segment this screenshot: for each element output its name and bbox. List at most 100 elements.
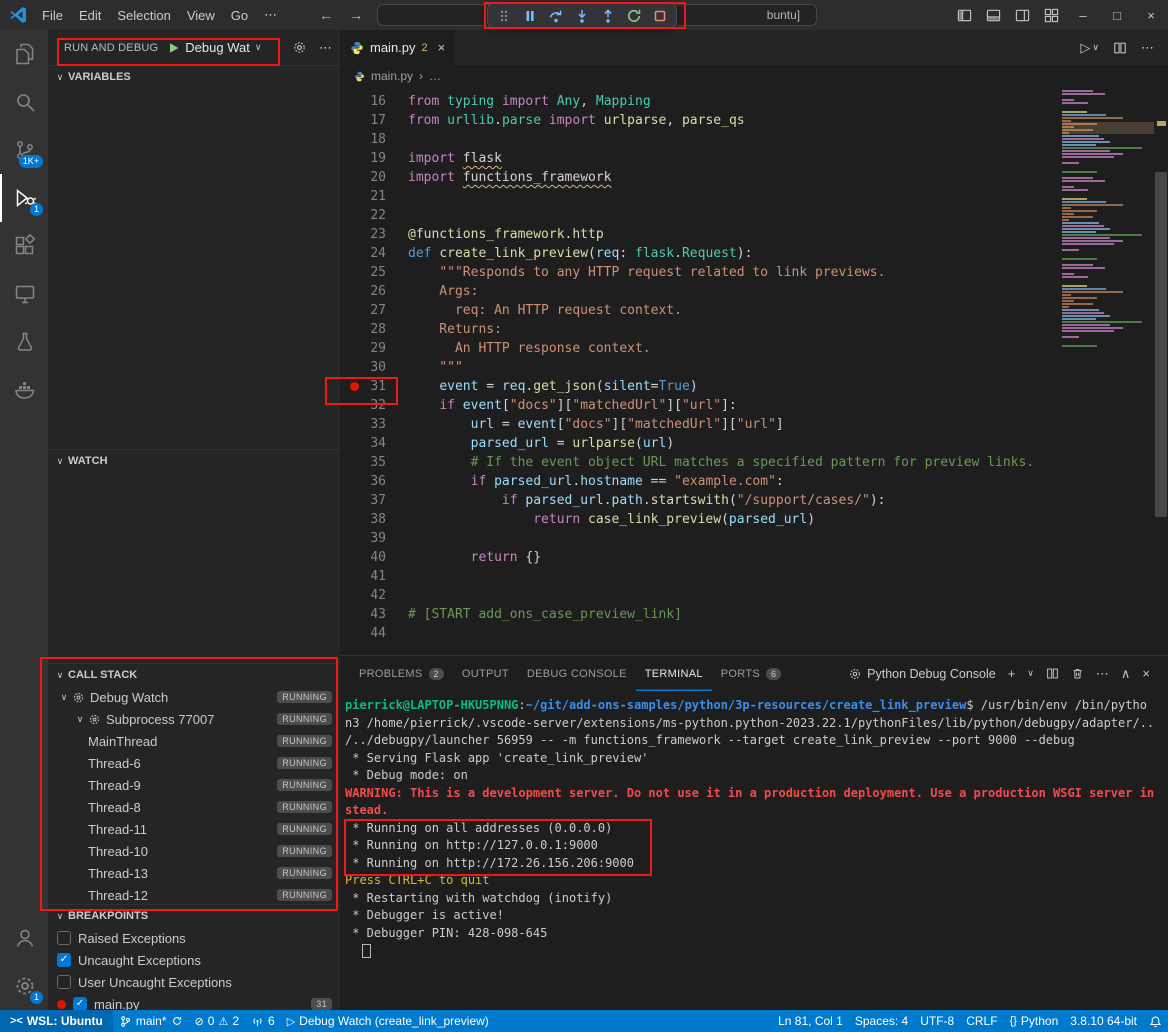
- code-line[interactable]: 37 if parsed_url.path.startswith("/suppo…: [340, 491, 1168, 510]
- maximize-panel-icon[interactable]: ∧: [1121, 666, 1131, 682]
- gutter[interactable]: 30: [340, 358, 386, 377]
- breakpoint-dot[interactable]: [350, 382, 359, 391]
- terminal-output[interactable]: pierrick@LAPTOP-HKU5PNNG:~/git/add-ons-s…: [340, 691, 1168, 1010]
- code-line[interactable]: 39: [340, 529, 1168, 548]
- call-stack-item[interactable]: Thread-11RUNNING: [48, 818, 340, 840]
- gutter[interactable]: 32: [340, 396, 386, 415]
- breakpoint-row[interactable]: ✓main.py31: [48, 993, 340, 1010]
- gutter[interactable]: 24: [340, 244, 386, 263]
- gutter[interactable]: 23: [340, 225, 386, 244]
- breadcrumb-symbol[interactable]: …: [429, 69, 441, 83]
- code-line[interactable]: 20import functions_framework: [340, 168, 1168, 187]
- code-line[interactable]: 19import flask: [340, 149, 1168, 168]
- remote-indicator[interactable]: ><WSL: Ubuntu: [0, 1010, 113, 1032]
- tab-close-icon[interactable]: ×: [438, 40, 446, 55]
- kill-terminal-icon[interactable]: [1071, 667, 1084, 680]
- tab-main-py[interactable]: main.py 2 ×: [340, 30, 455, 65]
- gutter[interactable]: 21: [340, 187, 386, 206]
- debug-config-selector[interactable]: Debug Wat ∨: [168, 40, 261, 55]
- gutter[interactable]: 39: [340, 529, 386, 548]
- variables-header[interactable]: ∨ VARIABLES: [48, 66, 340, 88]
- menu-edit[interactable]: Edit: [71, 5, 109, 26]
- gutter[interactable]: 36: [340, 472, 386, 491]
- activity-docker[interactable]: [0, 366, 48, 414]
- step-into-button[interactable]: [569, 5, 595, 26]
- menu-selection[interactable]: Selection: [109, 5, 178, 26]
- breakpoint-row[interactable]: User Uncaught Exceptions: [48, 971, 340, 993]
- toggle-secondary-sidebar-icon[interactable]: [1008, 0, 1037, 30]
- call-stack-item[interactable]: Thread-12RUNNING: [48, 884, 340, 904]
- eol-sequence[interactable]: CRLF: [960, 1010, 1003, 1032]
- gutter[interactable]: 16: [340, 92, 386, 111]
- back-button[interactable]: ←: [319, 7, 333, 23]
- language-mode[interactable]: {}Python: [1004, 1010, 1065, 1032]
- restart-button[interactable]: [621, 5, 647, 26]
- scrollbar-thumb[interactable]: [1155, 172, 1167, 517]
- code-line[interactable]: 32 if event["docs"]["matchedUrl"]["url"]…: [340, 396, 1168, 415]
- activity-testing[interactable]: [0, 318, 48, 366]
- code-line[interactable]: 24def create_link_preview(req: flask.Req…: [340, 244, 1168, 263]
- call-stack-item[interactable]: Thread-6RUNNING: [48, 752, 340, 774]
- step-out-button[interactable]: [595, 5, 621, 26]
- gutter[interactable]: 44: [340, 624, 386, 643]
- code-line[interactable]: 30 """: [340, 358, 1168, 377]
- code-line[interactable]: 21: [340, 187, 1168, 206]
- menu-file[interactable]: File: [34, 5, 71, 26]
- stop-button[interactable]: [647, 5, 673, 26]
- activity-source-control[interactable]: 1K+: [0, 126, 48, 174]
- call-stack-item[interactable]: MainThreadRUNNING: [48, 730, 340, 752]
- gutter[interactable]: 42: [340, 586, 386, 605]
- checkbox[interactable]: [57, 975, 71, 989]
- checkbox[interactable]: ✓: [73, 997, 87, 1010]
- run-python-file-button[interactable]: ▷∨: [1080, 40, 1099, 56]
- checkbox[interactable]: [57, 931, 71, 945]
- gutter[interactable]: 28: [340, 320, 386, 339]
- sync-icon[interactable]: [171, 1015, 183, 1027]
- debug-status-item[interactable]: ▷Debug Watch (create_link_preview): [281, 1010, 495, 1032]
- call-stack-item[interactable]: Thread-10RUNNING: [48, 840, 340, 862]
- split-terminal-icon[interactable]: [1046, 667, 1059, 680]
- toggle-sidebar-icon[interactable]: [950, 0, 979, 30]
- code-line[interactable]: 43# [START add_ons_case_preview_link]: [340, 605, 1168, 624]
- code-line[interactable]: 22: [340, 206, 1168, 225]
- code-line[interactable]: 31 event = req.get_json(silent=True): [340, 377, 1168, 396]
- maximize-button[interactable]: □: [1100, 0, 1134, 30]
- code-line[interactable]: 16from typing import Any, Mapping: [340, 92, 1168, 111]
- gutter[interactable]: 17: [340, 111, 386, 130]
- call-stack-item[interactable]: Thread-8RUNNING: [48, 796, 340, 818]
- code-line[interactable]: 35 # If the event object URL matches a s…: [340, 453, 1168, 472]
- code-line[interactable]: 25 """Responds to any HTTP request relat…: [340, 263, 1168, 282]
- panel-tab-problems[interactable]: PROBLEMS2: [350, 656, 453, 691]
- minimize-button[interactable]: –: [1066, 0, 1100, 30]
- code-line[interactable]: 38 return case_link_preview(parsed_url): [340, 510, 1168, 529]
- editor-scrollbar[interactable]: [1154, 87, 1168, 655]
- ports-item[interactable]: 6: [245, 1010, 281, 1032]
- activity-remote-explorer[interactable]: [0, 270, 48, 318]
- activity-explorer[interactable]: [0, 30, 48, 78]
- code-line[interactable]: 42: [340, 586, 1168, 605]
- call-stack-header[interactable]: ∨ CALL STACK: [48, 664, 340, 686]
- git-branch-item[interactable]: main*: [113, 1010, 189, 1032]
- breadcrumb-file[interactable]: main.py: [371, 69, 413, 83]
- forward-button[interactable]: →: [349, 7, 363, 23]
- gutter[interactable]: 37: [340, 491, 386, 510]
- terminal-instance-selector[interactable]: Python Debug Console: [848, 667, 996, 681]
- activity-extensions[interactable]: [0, 222, 48, 270]
- indentation[interactable]: Spaces: 4: [849, 1010, 914, 1032]
- notifications-bell[interactable]: [1143, 1010, 1168, 1032]
- gutter[interactable]: 18: [340, 130, 386, 149]
- pause-button[interactable]: [517, 5, 543, 26]
- code-line[interactable]: 18: [340, 130, 1168, 149]
- watch-header[interactable]: ∨ WATCH: [48, 450, 340, 472]
- gutter[interactable]: 43: [340, 605, 386, 624]
- activity-search[interactable]: [0, 78, 48, 126]
- gutter[interactable]: 19: [340, 149, 386, 168]
- breakpoint-row[interactable]: Raised Exceptions: [48, 927, 340, 949]
- activity-settings[interactable]: 1: [0, 962, 48, 1010]
- close-button[interactable]: ×: [1134, 0, 1168, 30]
- code-line[interactable]: 41: [340, 567, 1168, 586]
- call-stack-item[interactable]: ∨Debug WatchRUNNING: [48, 686, 340, 708]
- gutter[interactable]: 27: [340, 301, 386, 320]
- code-line[interactable]: 29 An HTTP response context.: [340, 339, 1168, 358]
- code-line[interactable]: 34 parsed_url = urlparse(url): [340, 434, 1168, 453]
